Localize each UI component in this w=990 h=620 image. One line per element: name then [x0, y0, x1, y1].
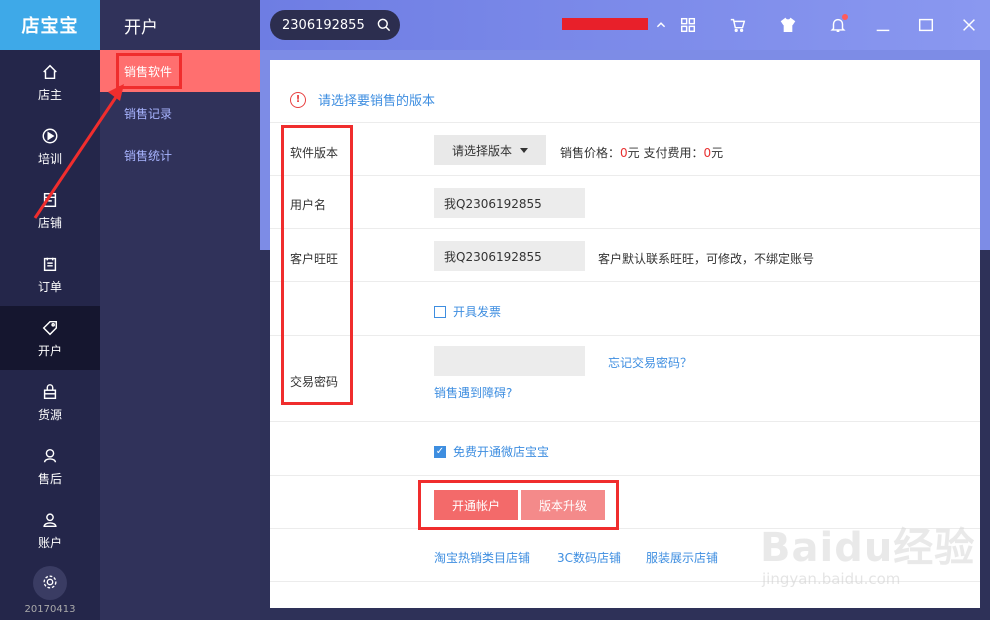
- settings-button[interactable]: [33, 566, 67, 600]
- version-select[interactable]: 请选择版本: [434, 135, 546, 165]
- search-box[interactable]: 2306192855: [270, 10, 400, 40]
- store-icon: [40, 190, 60, 210]
- rail-label: 开户: [37, 343, 62, 358]
- price-value: 0: [620, 146, 628, 160]
- rail-item-owner[interactable]: 店主: [0, 50, 100, 114]
- rail-label: 账户: [37, 535, 62, 550]
- divider: [270, 475, 980, 476]
- 3c-shop-link[interactable]: 3C数码店铺: [557, 549, 621, 566]
- divider: [270, 335, 980, 336]
- subnav-item-sales-stats[interactable]: 销售统计: [100, 134, 260, 176]
- checkbox-icon: [434, 305, 446, 318]
- subnav-item-sales-records[interactable]: 销售记录: [100, 92, 260, 134]
- divider: [270, 122, 980, 123]
- wangwang-hint: 客户默认联系旺旺，可修改，不绑定账号: [598, 252, 815, 266]
- clipboard-icon: [40, 254, 60, 274]
- play-icon: [40, 126, 60, 146]
- baidu-watermark: Baidu经验 jingyan.baidu.com: [760, 515, 980, 615]
- sub-navigation: 开户 销售软件 销售记录 销售统计: [100, 0, 260, 620]
- tag-icon: [40, 318, 60, 338]
- free-weidian-checkbox[interactable]: ✓ 免费开通微店宝宝: [434, 443, 549, 460]
- gear-icon: [41, 573, 59, 594]
- left-rail: 店宝宝 店主 培训 店铺 订单 开户 货源 售后 账户 20170413: [0, 0, 100, 620]
- divider: [270, 421, 980, 422]
- trade-password-field[interactable]: [434, 346, 585, 376]
- version-notice: ! 请选择要销售的版本: [290, 90, 435, 109]
- divider: [270, 175, 980, 176]
- search-input-value[interactable]: 2306192855: [282, 18, 365, 33]
- version-label: 20170413: [24, 604, 76, 615]
- caret-down-icon: [520, 147, 529, 153]
- brand-logo: 店宝宝: [0, 0, 100, 50]
- sales-trouble-link[interactable]: 销售遇到障碍?: [434, 384, 512, 401]
- rail-item-training[interactable]: 培训: [0, 114, 100, 178]
- rail-item-store[interactable]: 店铺: [0, 178, 100, 242]
- version-select-value: 请选择版本: [452, 143, 513, 158]
- forgot-password-link[interactable]: 忘记交易密码？: [608, 354, 692, 371]
- shirt-icon[interactable]: [777, 14, 799, 36]
- rail-label: 订单: [37, 279, 62, 294]
- price-unit: 元: [627, 146, 640, 160]
- top-bar: 2306192855: [260, 0, 990, 50]
- invoice-label: 开具发票: [453, 305, 502, 319]
- taobao-shop-link[interactable]: 淘宝热销类目店铺: [434, 549, 530, 566]
- search-icon[interactable]: [376, 17, 392, 37]
- rail-item-open-account[interactable]: 开户: [0, 306, 100, 370]
- checkmark-icon: ✓: [434, 445, 446, 458]
- rail-label: 店铺: [37, 215, 62, 230]
- divider: [270, 228, 980, 229]
- rail-label: 售后: [37, 471, 62, 486]
- rail-item-account[interactable]: 账户: [0, 498, 100, 562]
- free-weidian-label: 免费开通微店宝宝: [453, 445, 550, 459]
- box-icon: [40, 382, 60, 402]
- subnav-title: 开户: [124, 17, 158, 38]
- grid-icon[interactable]: [677, 14, 699, 36]
- minimize-icon[interactable]: [872, 14, 894, 36]
- headset-icon: [40, 446, 60, 466]
- annotation-labels-box: [281, 125, 353, 405]
- rail-label: 货源: [37, 407, 62, 422]
- pay-label: 支付费用：: [639, 146, 704, 160]
- invoice-checkbox[interactable]: 开具发票: [434, 303, 501, 320]
- rail-item-aftersales[interactable]: 售后: [0, 434, 100, 498]
- price-info: 销售价格：0元 支付费用：0元: [560, 144, 723, 161]
- maximize-icon[interactable]: [915, 14, 937, 36]
- price-label: 销售价格：: [560, 146, 621, 160]
- watermark-title: Baidu经验: [760, 525, 976, 571]
- bell-icon[interactable]: [827, 14, 849, 36]
- notification-dot: [842, 14, 848, 20]
- warning-icon: !: [290, 91, 306, 108]
- username-field[interactable]: 我Q2306192855: [434, 188, 585, 218]
- annotation-highlight-box: [116, 53, 182, 89]
- annotation-buttons-box: [418, 480, 619, 530]
- rail-label: 培训: [37, 151, 62, 166]
- rail-label: 店主: [37, 87, 62, 102]
- cart-icon[interactable]: [727, 14, 749, 36]
- rail-item-orders[interactable]: 订单: [0, 242, 100, 306]
- close-icon[interactable]: [958, 14, 980, 36]
- redacted-username: [562, 18, 648, 30]
- home-icon: [40, 62, 60, 82]
- rail-item-supply[interactable]: 货源: [0, 370, 100, 434]
- chevron-up-icon[interactable]: [650, 14, 672, 36]
- pay-value: 0: [703, 146, 712, 160]
- user-icon: [40, 510, 60, 530]
- wangwang-field[interactable]: 我Q2306192855: [434, 241, 585, 271]
- divider: [270, 281, 980, 282]
- watermark-url: jingyan.baidu.com: [762, 570, 901, 588]
- clothing-shop-link[interactable]: 服装展示店铺: [646, 549, 718, 566]
- notice-text: 请选择要销售的版本: [318, 94, 436, 109]
- pay-unit: 元: [711, 146, 724, 160]
